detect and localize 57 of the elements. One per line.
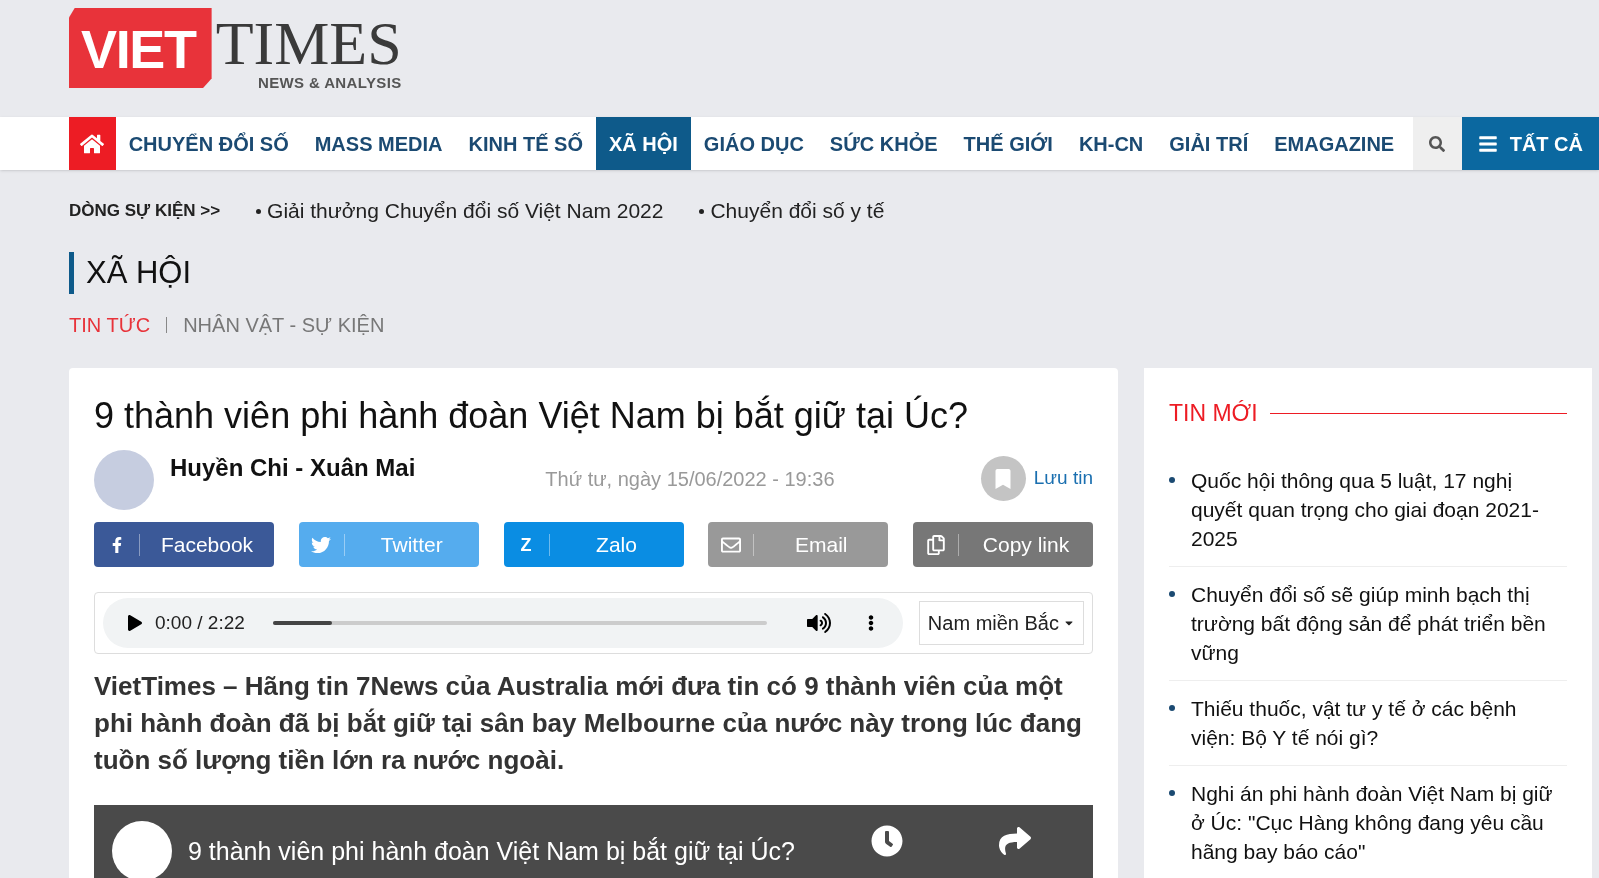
- logo-name: TIMES: [215, 14, 402, 72]
- subsection-link[interactable]: TIN TỨC: [69, 310, 151, 340]
- news-link[interactable]: Nghi án phi hành đoàn Việt Nam bị giữ ở Úc: "Cục Hàng không đang yêu cầu hãng bay báo cáo": [1191, 778, 1567, 866]
- bullet-icon: [1169, 704, 1175, 711]
- share-button[interactable]: Copy link: [913, 522, 1093, 567]
- article-date: Thứ tư, ngày 15/06/2022 - 19:36: [545, 467, 835, 492]
- logo-mark: VIET: [81, 22, 198, 76]
- article-title: 9 thành viên phi hành đoàn Việt Nam bị bắt giữ tại Úc?: [94, 394, 969, 438]
- search-button[interactable]: [1413, 117, 1462, 170]
- nav-tab[interactable]: XÃ HỘI: [595, 117, 691, 170]
- home-button[interactable]: [69, 117, 116, 170]
- bullet-icon: [1169, 789, 1175, 796]
- video-title: 9 thành viên phi hành đoàn Việt Nam bị bắt giữ tại Úc?: [188, 836, 795, 867]
- sidebar-title: TIN MỚI: [1169, 399, 1258, 428]
- author-avatar: [94, 450, 154, 510]
- clock-icon[interactable]: [870, 825, 903, 857]
- share-button[interactable]: Facebook: [94, 522, 274, 567]
- site-logo[interactable]: VIET TIMES NEWS & ANALYSIS: [69, 0, 402, 95]
- nav-tab[interactable]: KINH TẾ SỐ: [455, 117, 596, 170]
- bullet-icon: [1169, 590, 1175, 597]
- nav-tab[interactable]: GIẢI TRÍ: [1156, 117, 1262, 170]
- bullet-icon: [1169, 476, 1175, 483]
- nav-tab[interactable]: EMAGAZINE: [1261, 117, 1408, 170]
- menu-icon: [1477, 133, 1498, 154]
- nav-tab[interactable]: GIÁO DỤC: [690, 117, 817, 170]
- author-name: Huyền Chi - Xuân Mai: [170, 453, 416, 483]
- nav-tab[interactable]: KH-CN: [1065, 117, 1157, 170]
- audio-progress-track[interactable]: [272, 621, 767, 625]
- nav-tab[interactable]: THẾ GIỚI: [950, 117, 1066, 170]
- nav-tab[interactable]: CHUYỂN ĐỔI SỐ: [115, 117, 302, 170]
- audio-time: 0:00 / 2:22: [155, 610, 245, 635]
- logo-tagline: NEWS & ANALYSIS: [257, 73, 402, 93]
- zalo-icon: Z: [520, 530, 532, 559]
- event-link[interactable]: Chuyển đổi số y tế: [710, 195, 885, 227]
- news-link[interactable]: Chuyển đổi số sẽ giúp minh bạch thị trường bất động sản để phát triển bền vững: [1191, 579, 1567, 667]
- bullet-icon: [699, 208, 705, 214]
- volume-icon[interactable]: [806, 611, 831, 635]
- news-link[interactable]: Thiếu thuốc, vật tư y tế ở các bệnh viện: Bộ Y tế nói gì?: [1191, 693, 1567, 752]
- voice-select[interactable]: Nam miền Bắc: [918, 601, 1084, 645]
- share-button[interactable]: Z Zalo: [503, 522, 684, 567]
- copy-icon: [925, 534, 946, 555]
- search-icon: [1429, 135, 1446, 152]
- news-link[interactable]: Quốc hội thông qua 5 luật, 17 nghị quyết quan trọng cho giai đoạn 2021-2025: [1191, 465, 1567, 553]
- bullet-icon: [256, 208, 262, 214]
- channel-avatar: [112, 821, 172, 878]
- bird-icon: [311, 534, 332, 555]
- section-title: XÃ HỘI: [69, 252, 192, 294]
- nav-tab[interactable]: MASS MEDIA: [301, 117, 456, 170]
- nav-tab[interactable]: SỨC KHỎE: [816, 117, 951, 170]
- all-sections-button[interactable]: TẤT CẢ: [1461, 117, 1599, 170]
- subsection-link[interactable]: NHÂN VẬT - SỰ KIỆN: [183, 310, 385, 340]
- save-link[interactable]: Lưu tin: [1033, 464, 1093, 493]
- event-link[interactable]: Giải thưởng Chuyển đổi số Việt Nam 2022: [267, 195, 664, 227]
- share-icon[interactable]: [998, 825, 1031, 857]
- play-icon[interactable]: [127, 615, 143, 631]
- article-lead: VietTimes – Hãng tin 7News của Australia mới đưa tin có 9 thành viên của một phi hành đoàn đã bị bắt giữ tại sân bay Melbourne của nước này trong lúc đang tuồn số lượng tiền lớn ra nước ngoài.: [94, 670, 1083, 777]
- events-label: DÒNG SỰ KIỆN >>: [69, 200, 221, 223]
